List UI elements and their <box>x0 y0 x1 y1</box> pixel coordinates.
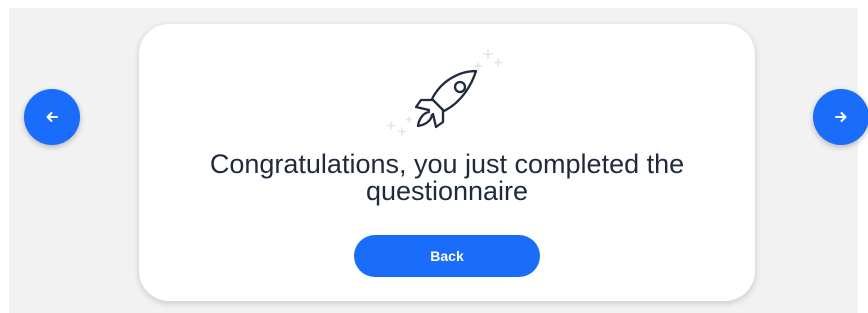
completion-message-line-1: Congratulations, you just completed the <box>209 149 685 179</box>
previous-slide-button[interactable] <box>24 89 80 145</box>
back-button[interactable]: Back <box>354 235 540 277</box>
sparkle-decoration <box>386 49 503 136</box>
rocket-icon <box>386 49 503 136</box>
arrow-right-icon <box>835 112 847 122</box>
page: Congratulations, you just completed the … <box>0 0 868 313</box>
next-slide-button[interactable] <box>813 89 868 145</box>
completion-message-line-2: questionnaire <box>365 176 529 206</box>
completion-message: Congratulations, you just completed the … <box>139 151 755 205</box>
completion-card: Congratulations, you just completed the … <box>139 24 755 301</box>
arrow-left-icon <box>46 112 58 122</box>
